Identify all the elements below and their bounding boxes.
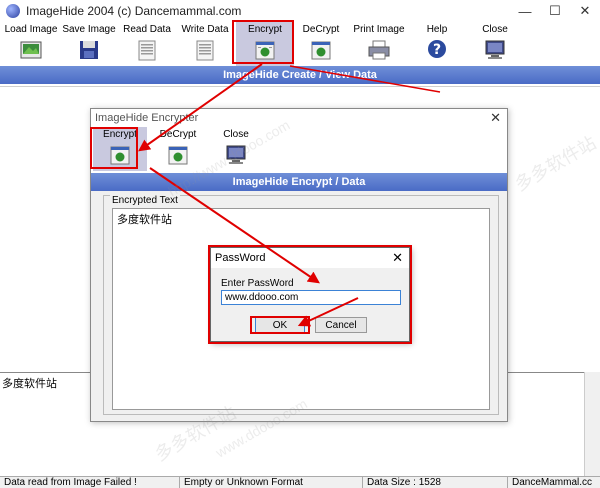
encrypter-decrypt-button[interactable]: DeCrypt — [151, 127, 205, 171]
password-title: PassWord — [215, 252, 266, 264]
decrypt-icon — [311, 41, 331, 60]
print-image-label: Print Image — [353, 24, 405, 35]
main-toolbar: Load Image Save Image Read Data Write Da… — [0, 22, 600, 66]
encrypter-titlebar: ImageHide Encrypter ✕ — [91, 109, 507, 127]
load-image-icon — [20, 41, 42, 59]
status-message: Data read from Image Failed ! — [0, 477, 180, 488]
encrypt-icon — [255, 41, 275, 60]
read-data-label: Read Data — [123, 24, 171, 35]
monitor-icon — [226, 145, 246, 164]
write-data-label: Write Data — [181, 24, 229, 35]
encrypter-close-label: Close — [223, 129, 249, 140]
data-text-value: 多度软件站 — [2, 378, 57, 390]
decrypt-button[interactable]: DeCrypt — [292, 22, 350, 66]
encrypter-banner-title: ImageHide Encrypt / Data — [232, 176, 366, 188]
write-data-icon — [196, 40, 214, 61]
decrypt-icon — [168, 146, 188, 165]
maximize-button[interactable]: ☐ — [540, 0, 570, 22]
data-text-scrollbar[interactable] — [584, 372, 600, 476]
help-button[interactable]: Help ? — [408, 22, 466, 66]
encrypt-button[interactable]: Encrypt — [236, 22, 294, 66]
print-image-button[interactable]: Print Image — [350, 22, 408, 66]
close-app-button[interactable]: Close — [466, 22, 524, 66]
encrypted-text-value: 多度软件站 — [117, 214, 172, 226]
status-site: DanceMammal.cc — [512, 477, 593, 488]
encrypted-text-label: Encrypted Text — [110, 195, 180, 206]
encrypter-encrypt-label: Encrypt — [103, 129, 137, 140]
password-input[interactable] — [221, 290, 401, 305]
write-data-button[interactable]: Write Data — [176, 22, 234, 66]
cancel-button[interactable]: Cancel — [315, 317, 367, 333]
svg-text:?: ? — [433, 42, 441, 58]
read-data-icon — [138, 40, 156, 61]
window-controls: — ☐ ✕ — [510, 0, 600, 22]
read-data-button[interactable]: Read Data — [118, 22, 176, 66]
app-logo-icon — [6, 4, 20, 18]
status-format: Empty or Unknown Format — [180, 477, 363, 488]
floppy-icon — [80, 41, 98, 59]
main-titlebar: ImageHide 2004 (c) Dancemammal.com — ☐ ✕ — [0, 0, 600, 22]
password-label: Enter PassWord — [221, 278, 294, 289]
encrypter-close-button[interactable]: ✕ — [490, 110, 501, 126]
password-close-button[interactable]: ✕ — [392, 250, 403, 266]
monitor-icon — [485, 40, 505, 59]
decrypt-label: DeCrypt — [302, 24, 340, 35]
help-icon: ? — [428, 40, 446, 58]
encrypter-banner: ImageHide Encrypt / Data — [91, 173, 507, 191]
close-button[interactable]: ✕ — [570, 0, 600, 22]
minimize-button[interactable]: — — [510, 0, 540, 22]
password-dialog: PassWord ✕ Enter PassWord OK Cancel — [210, 247, 410, 342]
save-image-label: Save Image — [62, 24, 116, 35]
encrypter-encrypt-button[interactable]: Encrypt — [93, 127, 147, 171]
main-banner: ImageHide Create / View Data — [0, 66, 600, 84]
ok-button[interactable]: OK — [255, 317, 305, 333]
encrypter-decrypt-label: DeCrypt — [159, 129, 197, 140]
encrypter-close-tool-button[interactable]: Close — [209, 127, 263, 171]
save-image-button[interactable]: Save Image — [60, 22, 118, 66]
printer-icon — [368, 40, 390, 60]
window-title: ImageHide 2004 (c) Dancemammal.com — [26, 4, 242, 18]
encrypt-icon — [110, 146, 130, 165]
status-data-size: Data Size : 1528 — [363, 477, 508, 488]
help-label: Help — [426, 24, 448, 35]
encrypter-title: ImageHide Encrypter — [95, 112, 199, 124]
load-image-label: Load Image — [4, 24, 58, 35]
encrypt-label: Encrypt — [248, 24, 282, 35]
status-bar: Data read from Image Failed ! Empty or U… — [0, 476, 600, 488]
load-image-button[interactable]: Load Image — [2, 22, 60, 66]
password-titlebar: PassWord ✕ — [211, 248, 409, 268]
main-banner-title: ImageHide Create / View Data — [223, 69, 377, 81]
close-app-label: Close — [482, 24, 508, 35]
encrypter-toolbar: Encrypt DeCrypt Close — [91, 127, 507, 173]
